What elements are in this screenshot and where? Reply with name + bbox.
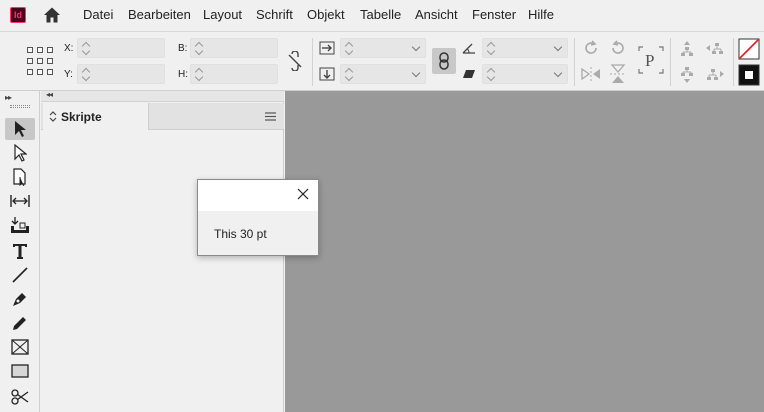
panel-menu-icon[interactable] [265, 112, 276, 121]
chain-link-icon [439, 52, 449, 70]
x-stepper-icon[interactable] [81, 40, 91, 56]
constrain-scale-button[interactable] [432, 48, 456, 74]
chevron-down-icon[interactable] [411, 68, 421, 78]
separator [733, 38, 734, 86]
panel-dock-bar: ◂◂ [41, 90, 284, 102]
menu-fenster[interactable]: Fenster [472, 7, 516, 22]
close-icon[interactable] [296, 187, 310, 201]
document-canvas[interactable] [285, 91, 764, 412]
flip-vertical-icon[interactable] [610, 64, 626, 84]
x-label: X: [64, 43, 74, 54]
rotate-counterclockwise-icon[interactable] [609, 39, 627, 57]
width-label: B: [178, 43, 188, 54]
select-content-icon[interactable] [679, 66, 695, 84]
menu-layout[interactable]: Layout [203, 7, 242, 22]
tab-skripte[interactable]: Skripte [43, 103, 149, 130]
scripts-list[interactable] [43, 131, 283, 412]
height-stepper-icon[interactable] [194, 66, 204, 82]
rectangle-frame-icon [11, 339, 29, 355]
reference-point-icon[interactable] [27, 47, 53, 75]
direct-selection-arrow-icon [14, 144, 27, 162]
text-frame-options-icon[interactable]: P [637, 45, 665, 75]
y-label: Y: [64, 69, 73, 80]
rectangle-frame-tool[interactable] [5, 336, 35, 358]
select-previous-object-icon[interactable] [705, 40, 725, 58]
selection-tool[interactable] [5, 118, 35, 140]
chevron-down-icon[interactable] [553, 68, 563, 78]
separator [312, 38, 313, 86]
menu-hilfe[interactable]: Hilfe [528, 7, 554, 22]
height-label: H: [178, 69, 188, 80]
tab-expand-icon[interactable] [49, 111, 57, 122]
rotate-field[interactable] [482, 38, 568, 58]
height-field[interactable] [190, 64, 278, 84]
gap-tool-icon [10, 195, 30, 207]
pen-tool-icon [13, 293, 26, 306]
content-collector-icon [11, 217, 29, 233]
text-frame-glyph: P [645, 51, 654, 70]
shear-angle-icon [463, 70, 475, 78]
pen-tool[interactable] [5, 288, 35, 310]
type-tool[interactable] [5, 240, 35, 262]
rectangle-tool-icon [11, 364, 29, 378]
line-tool-icon [12, 267, 28, 283]
scale-y-stepper-icon[interactable] [344, 66, 354, 82]
control-panel: X: Y: B: H: P [0, 31, 764, 91]
select-next-object-icon[interactable] [705, 66, 725, 84]
menu-tabelle[interactable]: Tabelle [360, 7, 401, 22]
grip-icon[interactable] [10, 105, 30, 108]
menu-schrift[interactable]: Schrift [256, 7, 293, 22]
content-collector-tool[interactable] [5, 214, 35, 236]
shear-stepper-icon[interactable] [486, 66, 496, 82]
tools-panel: ▸▸ [0, 91, 40, 412]
scale-y-field[interactable] [340, 64, 426, 84]
home-icon[interactable] [42, 5, 62, 25]
stroke-swatch-icon[interactable] [738, 64, 760, 86]
scissors-tool[interactable] [5, 386, 35, 408]
pencil-tool[interactable] [5, 312, 35, 334]
flip-horizontal-icon[interactable] [581, 67, 601, 81]
menu-bearbeiten[interactable]: Bearbeiten [128, 7, 191, 22]
menu-datei[interactable]: Datei [83, 7, 113, 22]
separator [574, 38, 575, 86]
menu-objekt[interactable]: Objekt [307, 7, 345, 22]
dialog-message: This 30 pt [214, 227, 267, 241]
separator [670, 38, 671, 86]
chevron-down-icon[interactable] [553, 42, 563, 52]
shear-field[interactable] [482, 64, 568, 84]
pencil-tool-icon [13, 317, 26, 330]
rotate-angle-icon [462, 43, 475, 54]
y-stepper-icon[interactable] [81, 66, 91, 82]
constrain-proportions-icon[interactable] [286, 51, 304, 71]
scale-x-stepper-icon[interactable] [344, 40, 354, 56]
selection-arrow-icon [15, 121, 26, 137]
x-field[interactable] [77, 38, 165, 58]
collapse-panel-icon[interactable]: ◂◂ [46, 90, 53, 99]
rotate-stepper-icon[interactable] [486, 40, 496, 56]
menu-ansicht[interactable]: Ansicht [415, 7, 458, 22]
scale-y-icon [319, 67, 335, 81]
gap-tool[interactable] [5, 190, 35, 212]
type-tool-icon [13, 244, 27, 259]
menu-bar: Id Datei Bearbeiten Layout Schrift Objek… [0, 0, 764, 30]
chevron-down-icon[interactable] [411, 42, 421, 52]
indesign-logo: Id [10, 7, 26, 23]
select-container-icon[interactable] [679, 40, 695, 58]
rotate-clockwise-icon[interactable] [582, 39, 600, 57]
scale-x-icon [319, 41, 335, 55]
rectangle-tool[interactable] [5, 360, 35, 382]
fill-none-swatch-icon[interactable] [738, 38, 760, 60]
y-field[interactable] [77, 64, 165, 84]
tab-label: Skripte [61, 109, 102, 124]
page-tool[interactable] [5, 166, 35, 188]
scissors-icon [11, 389, 29, 405]
scale-x-field[interactable] [340, 38, 426, 58]
line-tool[interactable] [5, 264, 35, 286]
direct-selection-tool[interactable] [5, 142, 35, 164]
page-tool-icon [13, 168, 26, 186]
width-stepper-icon[interactable] [194, 40, 204, 56]
alert-dialog: This 30 pt [197, 179, 319, 256]
collapse-tools-icon[interactable]: ▸▸ [5, 93, 12, 102]
width-field[interactable] [190, 38, 278, 58]
